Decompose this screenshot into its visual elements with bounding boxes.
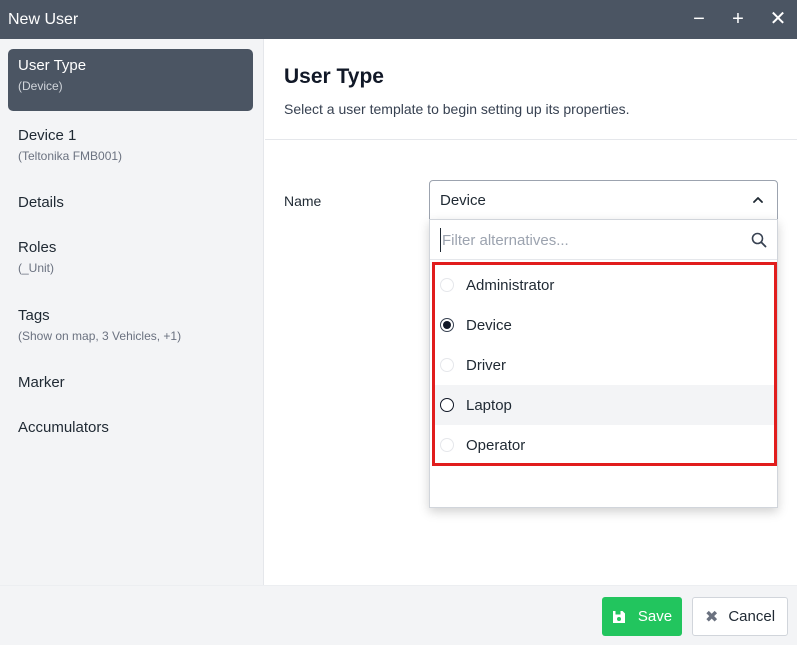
option-label: Operator <box>466 436 526 454</box>
sidebar-item-device-1[interactable]: Device 1 (Teltonika FMB001) <box>8 119 253 171</box>
chevron-up-icon[interactable] <box>751 193 765 207</box>
radio-icon[interactable] <box>440 358 454 372</box>
sidebar-item-sublabel: (Teltonika FMB001) <box>18 149 123 163</box>
page-title: User Type <box>284 65 384 88</box>
radio-icon[interactable] <box>440 398 454 412</box>
minimize-icon[interactable]: − <box>688 8 710 30</box>
select-value: Device <box>440 191 486 209</box>
header-divider <box>265 139 797 140</box>
sidebar-item-sublabel: (Show on map, 3 Vehicles, +1) <box>18 329 182 343</box>
sidebar-item-label: Details <box>18 194 64 211</box>
sidebar-item-tags[interactable]: Tags (Show on map, 3 Vehicles, +1) <box>8 299 253 351</box>
option-device[interactable]: Device <box>435 305 774 345</box>
option-laptop[interactable]: Laptop <box>435 385 774 425</box>
filter-box <box>430 220 777 260</box>
window-titlebar: New User − + ✕ <box>0 0 797 39</box>
sidebar-item-label: Device 1 <box>18 127 77 144</box>
sidebar-item-sublabel: (Device) <box>18 79 63 93</box>
option-label: Driver <box>466 356 506 374</box>
save-button-label: Save <box>637 608 673 625</box>
sidebar: User Type (Device) Device 1 (Teltonika F… <box>0 39 264 585</box>
sidebar-item-user-type[interactable]: User Type (Device) <box>8 49 253 111</box>
window-title: New User <box>8 10 79 28</box>
name-field-label: Name <box>284 193 322 209</box>
sidebar-item-details[interactable]: Details <box>8 186 253 219</box>
filter-input[interactable] <box>440 228 740 252</box>
select-dropdown: Administrator Device Driver Laptop Opera… <box>429 219 778 508</box>
option-operator[interactable]: Operator <box>435 425 774 465</box>
sidebar-item-label: Accumulators <box>18 419 109 436</box>
maximize-icon[interactable]: + <box>727 8 749 30</box>
save-icon <box>612 610 625 623</box>
save-button[interactable]: Save <box>602 597 682 636</box>
sidebar-item-label: Marker <box>18 374 65 391</box>
close-icon[interactable]: ✕ <box>767 8 789 30</box>
sidebar-item-label: Tags <box>18 307 50 324</box>
user-type-select[interactable]: Device <box>429 180 778 220</box>
radio-selected-icon[interactable] <box>440 318 454 332</box>
search-icon[interactable] <box>751 232 767 248</box>
sidebar-item-roles[interactable]: Roles (_Unit) <box>8 231 253 283</box>
option-label: Device <box>466 316 512 334</box>
sidebar-item-marker[interactable]: Marker <box>8 366 253 399</box>
option-label: Laptop <box>466 396 512 414</box>
radio-icon[interactable] <box>440 278 454 292</box>
main-panel: User Type Select a user template to begi… <box>265 39 797 585</box>
cancel-button[interactable]: ✖ Cancel <box>692 597 788 636</box>
page-description: Select a user template to begin setting … <box>284 101 630 117</box>
sidebar-item-label: Roles <box>18 239 57 256</box>
radio-icon[interactable] <box>440 438 454 452</box>
cancel-button-label: Cancel <box>728 608 776 625</box>
sidebar-item-sublabel: (_Unit) <box>18 261 55 275</box>
close-icon: ✖ <box>704 608 719 626</box>
option-administrator[interactable]: Administrator <box>435 265 774 305</box>
sidebar-item-accumulators[interactable]: Accumulators <box>8 411 253 444</box>
options-list: Administrator Device Driver Laptop Opera… <box>432 262 777 466</box>
option-label: Administrator <box>466 276 555 294</box>
option-driver[interactable]: Driver <box>435 345 774 385</box>
dialog-footer: Save ✖ Cancel <box>0 585 797 645</box>
sidebar-item-label: User Type <box>18 57 87 74</box>
